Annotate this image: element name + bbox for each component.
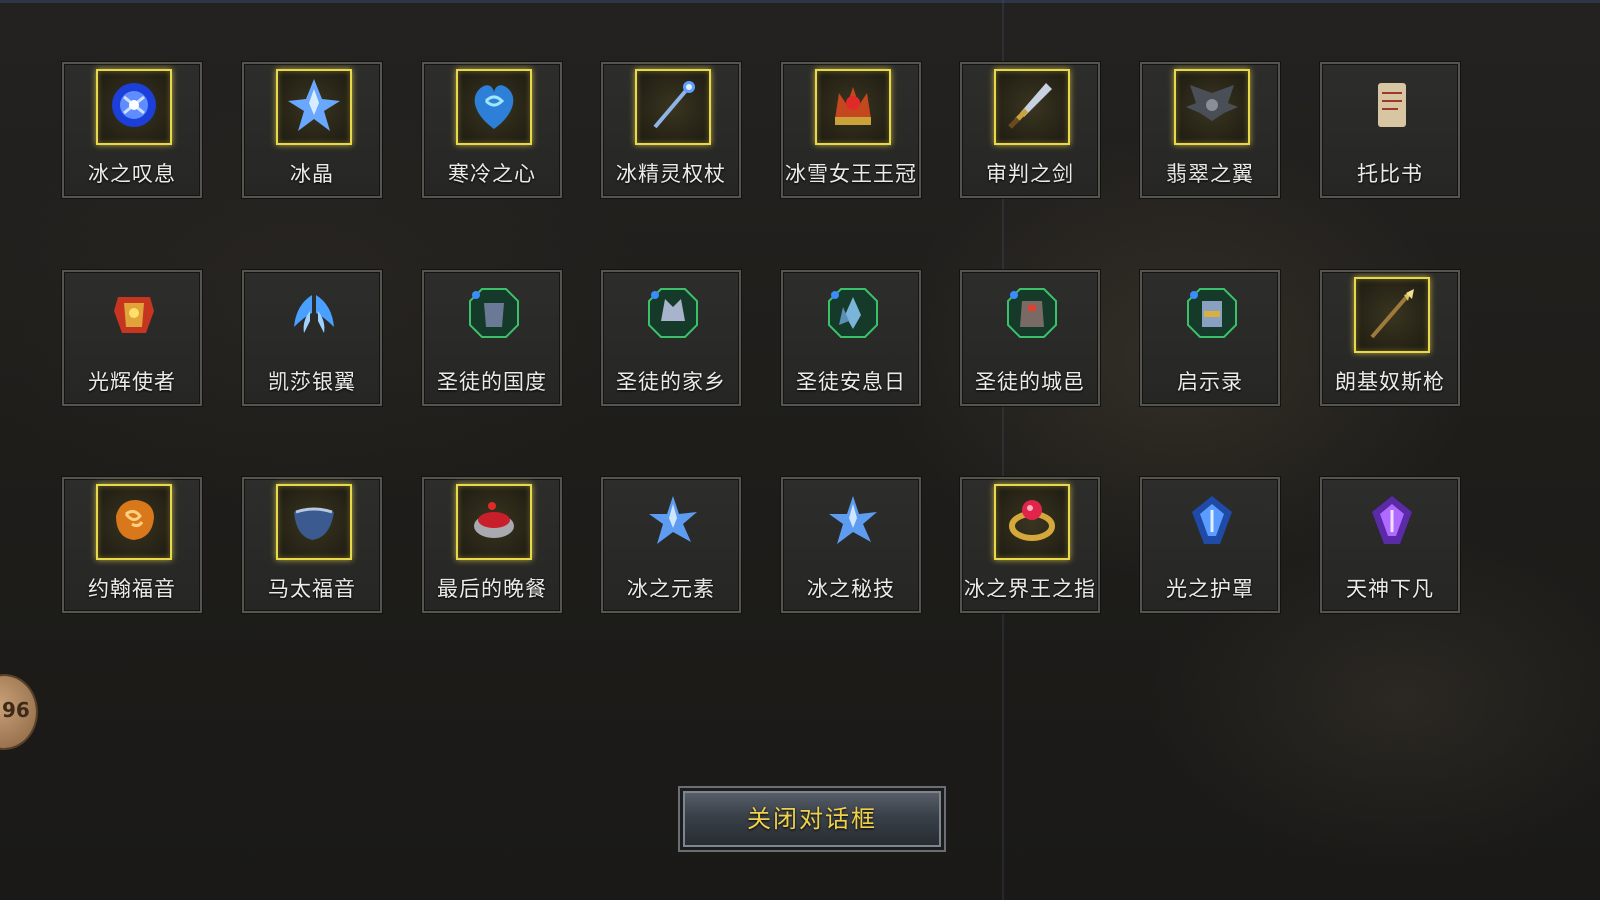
item-icon-frame (815, 69, 891, 145)
item-label: 圣徒的国度 (437, 370, 547, 394)
saint-knight-icon (1180, 281, 1244, 349)
item-card[interactable]: 圣徒的国度 (422, 270, 562, 406)
item-icon-frame (456, 69, 532, 145)
item-card[interactable]: 圣徒安息日 (781, 270, 921, 406)
item-card[interactable]: 最后的晚餐 (422, 477, 562, 613)
item-card[interactable]: 圣徒的城邑 (960, 270, 1100, 406)
item-card[interactable]: 凯莎银翼 (242, 270, 382, 406)
ice-shard-icon (821, 488, 885, 556)
item-icon-frame (815, 484, 891, 560)
item-label: 约翰福音 (88, 577, 176, 601)
item-card[interactable]: 冰之叹息 (62, 62, 202, 198)
item-label: 凯莎银翼 (268, 370, 356, 394)
amber-rune-icon (102, 488, 166, 556)
item-grid: 冰之叹息 冰晶 寒冷之心 冰精灵权杖 冰雪女王王冠 审判之剑 翡翠之翼 托比书光辉使者 凯莎银翼… (0, 0, 1600, 900)
item-label: 朗基奴斯枪 (1335, 370, 1445, 394)
crown-icon (821, 73, 885, 141)
item-label: 冰之界王之指 (964, 577, 1096, 601)
ice-shard-icon (641, 488, 705, 556)
item-label: 冰之叹息 (88, 162, 176, 186)
item-label: 冰晶 (290, 162, 334, 186)
item-label: 冰雪女王王冠 (785, 162, 917, 186)
saint-armor-icon (462, 281, 526, 349)
item-card[interactable]: 马太福音 (242, 477, 382, 613)
item-icon-frame (1354, 277, 1430, 353)
item-card[interactable]: 冰雪女王王冠 (781, 62, 921, 198)
item-card[interactable]: 冰精灵权杖 (601, 62, 741, 198)
item-label: 马太福音 (268, 577, 356, 601)
item-card[interactable]: 冰之秘技 (781, 477, 921, 613)
item-card[interactable]: 光辉使者 (62, 270, 202, 406)
item-icon-frame (635, 277, 711, 353)
item-card[interactable]: 光之护罩 (1140, 477, 1280, 613)
item-icon-frame (96, 484, 172, 560)
item-card[interactable]: 托比书 (1320, 62, 1460, 198)
item-label: 托比书 (1357, 162, 1423, 186)
item-icon-frame (994, 277, 1070, 353)
item-label: 天神下凡 (1346, 577, 1434, 601)
item-card[interactable]: 寒冷之心 (422, 62, 562, 198)
item-icon-frame (1354, 69, 1430, 145)
item-label: 圣徒的家乡 (616, 370, 726, 394)
item-icon-frame (1174, 484, 1250, 560)
purple-shield-icon (1360, 488, 1424, 556)
item-icon-frame (456, 277, 532, 353)
saint-helmet-icon (641, 281, 705, 349)
frost-heart-icon (462, 73, 526, 141)
dark-wings-icon (1180, 73, 1244, 141)
spear-icon (1360, 281, 1424, 349)
item-label: 圣徒的城邑 (975, 370, 1085, 394)
item-icon-frame (635, 69, 711, 145)
saint-crystal-icon (821, 281, 885, 349)
item-icon-frame (1354, 484, 1430, 560)
item-icon-frame (1174, 277, 1250, 353)
saint-warrior-icon (1000, 281, 1064, 349)
item-card[interactable]: 圣徒的家乡 (601, 270, 741, 406)
item-label: 翡翠之翼 (1166, 162, 1254, 186)
item-icon-frame (1174, 69, 1250, 145)
ice-crystal-icon (282, 73, 346, 141)
item-icon-frame (96, 277, 172, 353)
item-card[interactable]: 冰之元素 (601, 477, 741, 613)
scroll-icon (1360, 73, 1424, 141)
item-label: 冰之元素 (627, 577, 715, 601)
item-icon-frame (994, 484, 1070, 560)
golden-armor-icon (102, 281, 166, 349)
item-label: 寒冷之心 (448, 162, 536, 186)
item-card[interactable]: 翡翠之翼 (1140, 62, 1280, 198)
item-card[interactable]: 冰之界王之指 (960, 477, 1100, 613)
blue-pouch-icon (282, 488, 346, 556)
item-card[interactable]: 朗基奴斯枪 (1320, 270, 1460, 406)
item-card[interactable]: 天神下凡 (1320, 477, 1460, 613)
item-card[interactable]: 冰晶 (242, 62, 382, 198)
blue-orb-icon (102, 73, 166, 141)
item-label: 圣徒安息日 (796, 370, 906, 394)
item-icon-frame (276, 277, 352, 353)
item-icon-frame (635, 484, 711, 560)
item-label: 冰精灵权杖 (616, 162, 726, 186)
blue-shield-icon (1180, 488, 1244, 556)
close-dialog-button[interactable]: 关闭对话框 (678, 786, 946, 852)
item-icon-frame (96, 69, 172, 145)
sword-icon (1000, 73, 1064, 141)
item-card[interactable]: 审判之剑 (960, 62, 1100, 198)
item-label: 启示录 (1177, 370, 1243, 394)
item-label: 审判之剑 (986, 162, 1074, 186)
item-card[interactable]: 启示录 (1140, 270, 1280, 406)
item-label: 光辉使者 (88, 370, 176, 394)
silver-wings-icon (282, 281, 346, 349)
level-badge-value: 96 (2, 698, 30, 722)
item-icon-frame (456, 484, 532, 560)
item-icon-frame (276, 69, 352, 145)
item-icon-frame (276, 484, 352, 560)
ruby-ring-icon (1000, 488, 1064, 556)
item-icon-frame (815, 277, 891, 353)
item-icon-frame (994, 69, 1070, 145)
item-label: 最后的晚餐 (437, 577, 547, 601)
item-label: 光之护罩 (1166, 577, 1254, 601)
item-card[interactable]: 约翰福音 (62, 477, 202, 613)
staff-icon (641, 73, 705, 141)
blood-bowl-icon (462, 488, 526, 556)
item-label: 冰之秘技 (807, 577, 895, 601)
